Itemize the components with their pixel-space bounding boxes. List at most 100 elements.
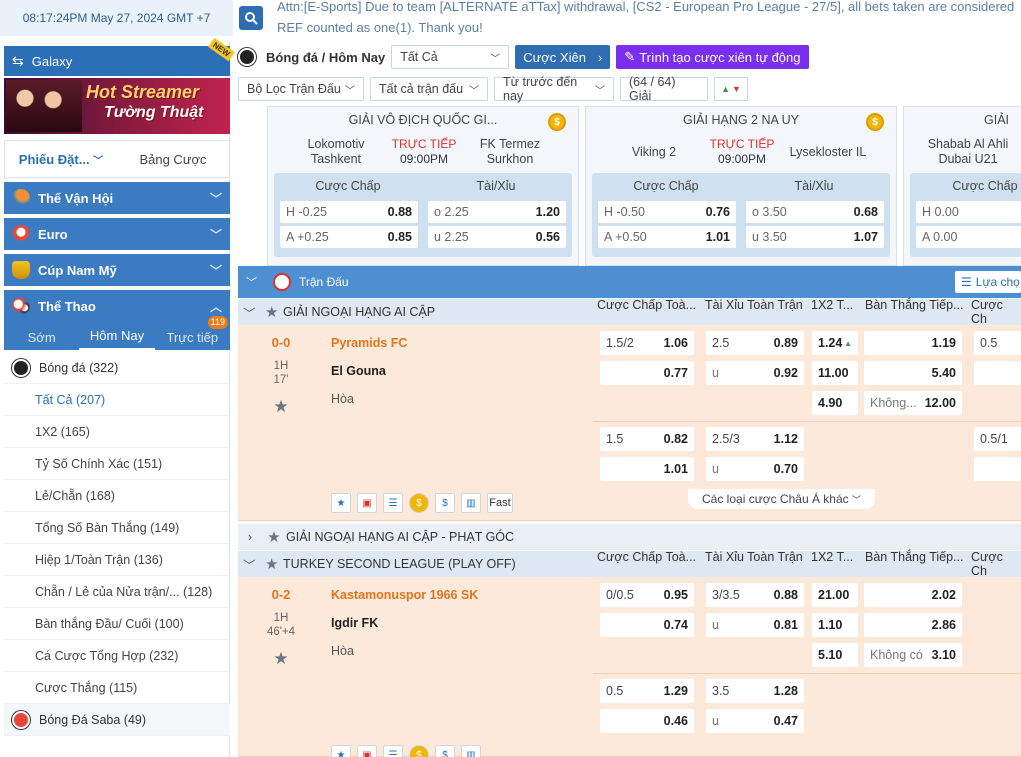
all-select[interactable]: Tất Cả ﹀ (391, 45, 510, 69)
odds-cell[interactable]: 0.5 1.29 (600, 679, 694, 703)
tab-today[interactable]: Hôm Nay (79, 328, 155, 350)
odds-cell[interactable]: 1.10 (812, 613, 858, 637)
promo-banner[interactable]: Hot Streamer Tường Thuật (4, 78, 230, 134)
odds-cell[interactable]: u 3.50 1.07 (746, 226, 884, 248)
odds-cell[interactable]: H -0.25 0.88 (280, 201, 418, 223)
odds-cell[interactable]: u 0.81 (706, 613, 804, 637)
league-select[interactable]: (64 / 64) Giải (620, 75, 708, 103)
market-all[interactable]: Tất Cả (207) (4, 384, 230, 416)
odds-cell[interactable]: A +0.50 1.01 (598, 226, 736, 248)
dollar-icon[interactable]: $ (435, 493, 455, 513)
away-team[interactable]: El Gouna (331, 364, 386, 378)
bar-chart-icon[interactable]: ▥ (461, 745, 481, 757)
odds-cell[interactable]: 1.5/2 1.06 (600, 331, 694, 355)
odds-cell[interactable]: o 2.25 1.20 (428, 201, 566, 223)
odds-cell[interactable]: H 0.00 (916, 201, 1021, 223)
tab-bet-slip[interactable]: Phiếu Đặt... ﹀ (5, 152, 117, 167)
odds-cell[interactable]: 1.19 (864, 331, 962, 355)
market-half-full[interactable]: Hiệp 1/Toàn Trận (136) (4, 544, 230, 576)
stats-icon[interactable]: ☰ (383, 745, 403, 757)
star-icon[interactable]: ★ (331, 493, 351, 513)
tab-live[interactable]: Trực tiếp 119 (155, 316, 230, 350)
odds-cell[interactable]: 0.46 (600, 709, 694, 733)
odds-cell[interactable]: Không... 12.00 (864, 391, 962, 415)
bar-chart-icon[interactable]: ▥ (461, 493, 481, 513)
odds-cell[interactable]: A +0.25 0.85 (280, 226, 418, 248)
sort-button[interactable]: ▲ ▼ (714, 77, 748, 101)
choose-leagues-button[interactable]: ☰ Lựa chọ (955, 271, 1021, 293)
match-filter-select[interactable]: Bộ Lọc Trận Đấu ﹀ (238, 77, 364, 101)
odds-cell[interactable] (974, 457, 1021, 481)
odds-cell[interactable]: 2.02 (864, 583, 962, 607)
odds-cell[interactable]: u 0.92 (706, 361, 804, 385)
category-sports[interactable]: Thể Thao ︿ (4, 290, 230, 322)
announcement-marquee[interactable]: Attn:[E-Sports] Due to team [ALTERNATE a… (277, 0, 1017, 38)
odds-cell[interactable]: 4.90 (812, 391, 858, 415)
market-half-odd-even[interactable]: Chẵn / Lẻ của Nửa trận/... (128) (4, 576, 230, 608)
market-total-goals[interactable]: Tổng Số Bàn Thắng (149) (4, 512, 230, 544)
featured-match-card[interactable]: GIẢI VÔ ĐỊCH QUỐC GI... $ Lokomotiv Tash… (267, 106, 579, 266)
league-row[interactable]: ﹀ ★ GIẢI NGOẠI HẠNG AI CẬP Cược Chấp Toà.… (238, 298, 1021, 326)
odds-cell[interactable]: 3.5 1.28 (706, 679, 804, 703)
odds-cell[interactable]: 5.10 (812, 643, 858, 667)
dollar-icon[interactable]: $ (435, 745, 455, 757)
more-asian-bets[interactable]: Các loại cược Châu Á khác ﹀ (688, 489, 875, 509)
league-row[interactable]: › ★ GIẢI NGOẠI HẠNG AI CẬP - PHẠT GÓC (238, 524, 1021, 550)
odds-cell[interactable]: 0.74 (600, 613, 694, 637)
odds-cell[interactable]: 0.5 (974, 331, 1021, 355)
odds-cell[interactable]: o 3.50 0.68 (746, 201, 884, 223)
odds-cell[interactable]: 1.5 0.82 (600, 427, 694, 451)
chevron-down-icon[interactable]: ﹀ (246, 274, 257, 290)
odds-cell[interactable]: Không có 3.10 (864, 643, 962, 667)
cash-out-icon[interactable]: $ (409, 493, 429, 513)
cash-out-icon[interactable]: $ (409, 745, 429, 757)
odds-cell[interactable]: 2.5/3 1.12 (706, 427, 804, 451)
odds-cell[interactable]: 2.86 (864, 613, 962, 637)
tab-bet-list[interactable]: Bảng Cược (117, 152, 229, 167)
home-team[interactable]: Kastamonuspor 1966 SK (331, 588, 478, 602)
odds-cell[interactable]: 3/3.5 0.88 (706, 583, 804, 607)
odds-cell[interactable]: 0.5/1 (974, 427, 1021, 451)
star-icon[interactable]: ★ (331, 745, 351, 757)
market-first-last-goal[interactable]: Bàn thắng Đầu/ Cuối (100) (4, 608, 230, 640)
parlay-button[interactable]: Cược Xiên › (515, 45, 611, 69)
odds-cell[interactable]: 1.01 (600, 457, 694, 481)
odds-cell[interactable]: 2.5 0.89 (706, 331, 804, 355)
category-euro[interactable]: Euro ﹀ (4, 218, 230, 250)
fast-bet-button[interactable]: Fast (487, 493, 513, 513)
market-outright[interactable]: Cược Thắng (115) (4, 672, 230, 704)
time-range-select[interactable]: Từ trước đến nay ﹀ (494, 75, 614, 103)
odds-cell[interactable]: 1.24 ▲ (812, 331, 858, 355)
odds-cell[interactable] (974, 361, 1021, 385)
market-correct-score[interactable]: Tỷ Số Chính Xác (151) (4, 448, 230, 480)
odds-cell[interactable]: u 0.70 (706, 457, 804, 481)
category-copa-america[interactable]: Cúp Nam Mỹ ﹀ (4, 254, 230, 286)
odds-cell[interactable]: u 2.25 0.56 (428, 226, 566, 248)
field-icon[interactable]: ▣ (357, 745, 377, 757)
odds-cell[interactable]: 11.00 (812, 361, 858, 385)
home-team[interactable]: Pyramids FC (331, 336, 407, 350)
tab-early[interactable]: Sớm (4, 330, 79, 350)
auto-parlay-button[interactable]: ✎ Trình tạo cược xiên tự động (616, 45, 809, 69)
favorite-star-icon[interactable]: ★ (238, 649, 324, 669)
all-matches-select[interactable]: Tất cả trận đấu ﹀ (370, 77, 488, 101)
sport-saba-football[interactable]: Bóng Đá Saba (49) (4, 704, 230, 736)
search-button[interactable] (239, 6, 263, 30)
sport-football[interactable]: Bóng đá (322) (4, 352, 230, 384)
odds-cell[interactable]: 21.00 (812, 583, 858, 607)
market-1x2[interactable]: 1X2 (165) (4, 416, 230, 448)
odds-cell[interactable]: 5.40 (864, 361, 962, 385)
featured-match-card[interactable]: GIẢI HẠNG 2 NA UY $ Viking 2 TRỰC TIẾP 09… (585, 106, 897, 266)
market-mix-parlay[interactable]: Cá Cược Tổng Hợp (232) (4, 640, 230, 672)
away-team[interactable]: Igdir FK (331, 616, 378, 630)
odds-cell[interactable]: H -0.50 0.76 (598, 201, 736, 223)
odds-cell[interactable]: u 0.47 (706, 709, 804, 733)
galaxy-bar[interactable]: ⇆ Galaxy NEW (4, 37, 235, 76)
featured-match-card[interactable]: GIẢI Shabab Al Ahli Dubai U21 Cược Chấp … (903, 106, 1021, 266)
odds-cell[interactable]: A 0.00 (916, 226, 1021, 248)
market-odd-even[interactable]: Lẻ/Chẵn (168) (4, 480, 230, 512)
favorite-star-icon[interactable]: ★ (238, 397, 324, 417)
odds-cell[interactable]: 0/0.5 0.95 (600, 583, 694, 607)
field-icon[interactable]: ▣ (357, 493, 377, 513)
stats-icon[interactable]: ☰ (383, 493, 403, 513)
